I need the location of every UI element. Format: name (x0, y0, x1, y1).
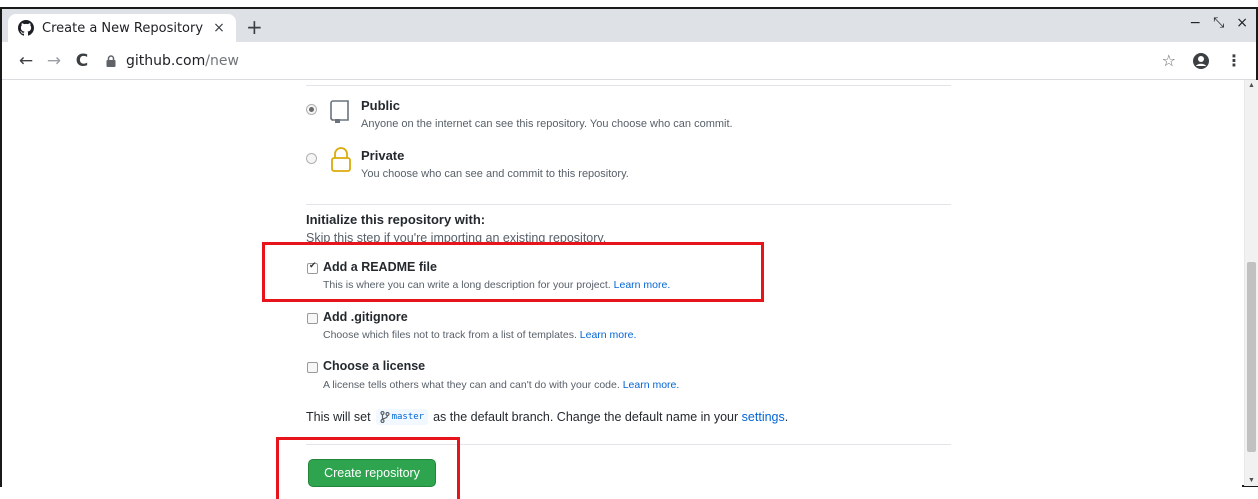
padlock-icon (106, 54, 116, 67)
divider (306, 204, 951, 205)
page-scrollbar[interactable]: ▲ ▼ (1244, 80, 1258, 486)
branch-note-suffix: as the default branch. Change the defaul… (433, 410, 739, 424)
address-bar[interactable]: github.com/new (104, 46, 1162, 76)
back-arrow-icon[interactable]: ← (12, 51, 40, 71)
readme-description-text: This is where you can write a long descr… (323, 279, 611, 291)
gitignore-checkbox[interactable] (307, 313, 318, 324)
license-learn-more-link[interactable]: Learn more. (623, 379, 680, 391)
license-description: A license tells others what they can and… (323, 379, 679, 391)
init-section-title: Initialize this repository with: (306, 212, 486, 227)
private-label: Private (361, 148, 405, 163)
license-description-text: A license tells others what they can and… (323, 379, 620, 391)
url-path: /new (205, 52, 239, 69)
branch-chip: master (375, 409, 429, 425)
repo-icon (330, 100, 349, 123)
github-icon (18, 20, 34, 36)
close-tab-icon[interactable]: × (208, 20, 230, 36)
settings-link[interactable]: settings (742, 410, 785, 424)
branch-note-end: . (784, 410, 789, 424)
gitignore-description: Choose which files not to track from a l… (323, 329, 636, 341)
restore-icon[interactable]: ⤡ (1213, 15, 1224, 31)
private-description: You choose who can see and commit to thi… (361, 168, 629, 180)
branch-name: master (391, 412, 425, 422)
readme-learn-more-link[interactable]: Learn more. (614, 279, 671, 291)
license-label[interactable]: Choose a license (323, 359, 425, 373)
git-branch-icon (379, 411, 390, 423)
forward-arrow-icon[interactable]: → (40, 51, 68, 71)
readme-checkbox[interactable] (307, 261, 318, 274)
scroll-up-icon[interactable]: ▲ (1248, 82, 1255, 89)
new-tab-button[interactable]: + (246, 15, 263, 39)
url-host: github.com (126, 52, 206, 69)
profile-icon[interactable] (1192, 52, 1210, 70)
lock-icon (331, 147, 351, 172)
bookmark-star-icon[interactable]: ☆ (1162, 51, 1176, 70)
browser-tab[interactable]: Create a New Repository × (8, 14, 236, 42)
license-checkbox[interactable] (307, 362, 318, 373)
minimize-icon[interactable]: − (1189, 15, 1201, 31)
default-branch-note: This will set master as the default bran… (306, 409, 788, 425)
init-section-subtitle: Skip this step if you're importing an ex… (306, 231, 607, 245)
gitignore-label[interactable]: Add .gitignore (323, 310, 408, 324)
scroll-thumb[interactable] (1247, 262, 1256, 452)
private-radio[interactable] (306, 153, 317, 164)
public-description: Anyone on the internet can see this repo… (361, 118, 733, 130)
reload-icon[interactable]: C (68, 51, 96, 71)
close-window-icon[interactable]: × (1236, 15, 1248, 31)
page-content: Public Anyone on the internet can see th… (2, 80, 1242, 489)
tab-title: Create a New Repository (42, 20, 204, 36)
toolbar-actions: ☆ ⋮ (1162, 51, 1242, 70)
divider (306, 85, 951, 86)
public-radio[interactable] (306, 104, 317, 115)
divider (306, 444, 951, 445)
menu-kebab-icon[interactable]: ⋮ (1226, 51, 1242, 70)
window-controls: − ⤡ × (1189, 15, 1248, 31)
gitignore-description-text: Choose which files not to track from a l… (323, 329, 577, 341)
scroll-down-icon[interactable]: ▼ (1248, 477, 1255, 484)
gitignore-learn-more-link[interactable]: Learn more. (580, 329, 637, 341)
public-label: Public (361, 98, 401, 113)
branch-note-prefix: This will set (306, 410, 371, 424)
tab-strip: Create a New Repository × + − ⤡ × (2, 9, 1256, 42)
readme-label[interactable]: Add a README file (323, 260, 437, 274)
create-repository-button[interactable]: Create repository (308, 459, 436, 487)
readme-description: This is where you can write a long descr… (323, 279, 670, 291)
browser-toolbar: ← → C github.com/new ☆ ⋮ (2, 42, 1256, 80)
